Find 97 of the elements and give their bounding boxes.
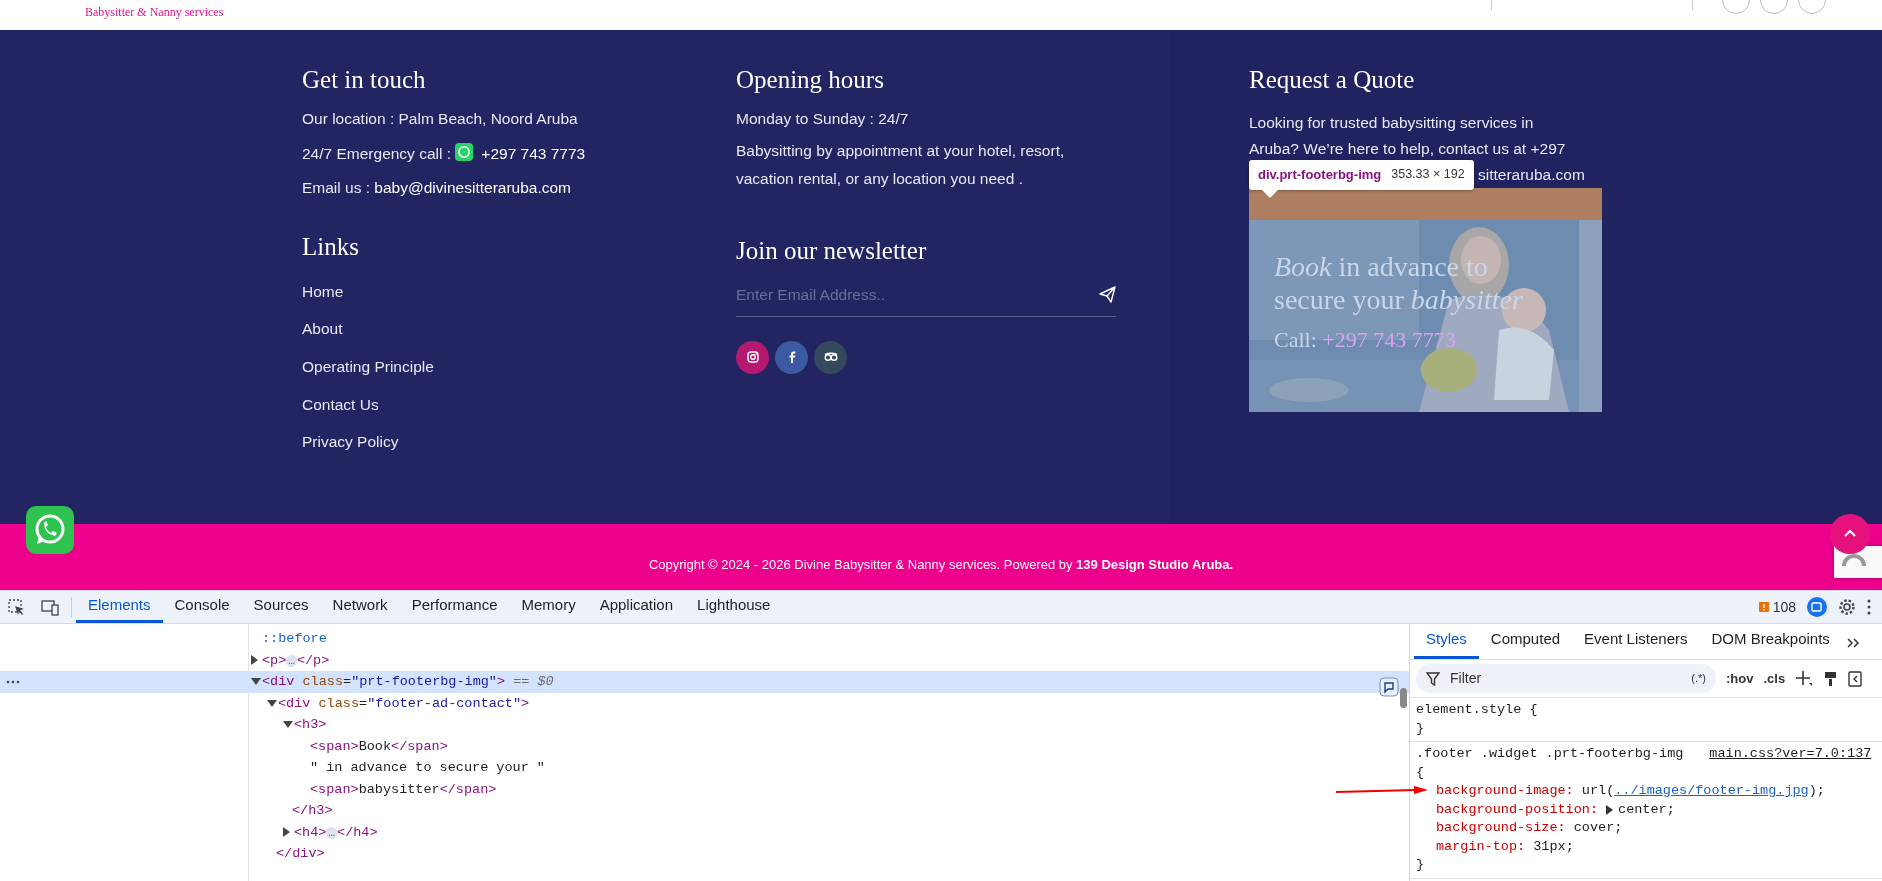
email-label: Email us : bbox=[302, 178, 372, 196]
dom-node-line[interactable]: <span>Book</span> bbox=[0, 735, 1409, 757]
send-icon[interactable] bbox=[1099, 285, 1116, 303]
warning-icon bbox=[1757, 601, 1770, 613]
css-value: cover; bbox=[1573, 819, 1623, 837]
class-toggle[interactable]: .cls bbox=[1763, 668, 1786, 689]
footer-link[interactable]: Operating Principle bbox=[302, 357, 434, 377]
devtools-tab[interactable]: Sources bbox=[241, 591, 321, 623]
expand-arrow-icon[interactable] bbox=[283, 721, 293, 728]
section-heading: Opening hours bbox=[736, 66, 885, 94]
dom-node-line[interactable]: ::before bbox=[0, 628, 1409, 650]
social-button[interactable] bbox=[736, 340, 769, 374]
css-value: 31px; bbox=[1533, 837, 1574, 856]
sidebar-tab[interactable]: DOM Breakpoints bbox=[1699, 627, 1842, 659]
section-heading: Join our newsletter bbox=[736, 237, 928, 265]
hover-state-toggle[interactable]: :hov bbox=[1726, 668, 1754, 689]
footer-link[interactable]: About bbox=[302, 320, 343, 339]
css-selector: .footer .widget .prt-footerbg-img bbox=[1416, 746, 1684, 761]
css-brace: } bbox=[1416, 719, 1426, 738]
device-icon[interactable] bbox=[41, 598, 59, 616]
source-link[interactable]: main.css?ver=7.0:137 bbox=[1709, 746, 1872, 761]
css-selector: element.style { bbox=[1416, 702, 1538, 717]
expand-arrow-icon[interactable] bbox=[251, 678, 261, 685]
sidebar-tab[interactable]: Styles bbox=[1414, 627, 1479, 659]
section-heading: Links bbox=[302, 233, 360, 261]
css-property: margin-top: bbox=[1436, 837, 1526, 856]
instagram-icon bbox=[744, 349, 761, 366]
devtools-tab[interactable]: Memory bbox=[509, 591, 588, 623]
filter-icon bbox=[1426, 671, 1440, 686]
copyright-text: Copyright © 2024 - 2026 Divine Babysitter & Nanny services. Powered by 139 Design Studio Aruba. bbox=[648, 556, 1234, 575]
footer-link[interactable]: Contact Us bbox=[302, 395, 379, 415]
css-value: url(../images/footer-img.jpg); bbox=[1581, 782, 1825, 800]
quote-text: Looking for trusted babysitting services in bbox=[1249, 112, 1535, 133]
devtools-tab[interactable]: Application bbox=[587, 591, 686, 623]
devtools-tab[interactable]: Console bbox=[162, 591, 242, 623]
email-link[interactable]: baby@divinesitteraruba.com bbox=[374, 178, 572, 196]
plus-icon[interactable] bbox=[1795, 670, 1814, 687]
devtools-tab[interactable]: Performance bbox=[399, 591, 510, 623]
assistant-icon[interactable] bbox=[1806, 596, 1828, 618]
tooltip-selector: div.prt-footerbg-img bbox=[1258, 166, 1382, 184]
social-button[interactable] bbox=[775, 340, 808, 374]
whatsapp-icon[interactable] bbox=[26, 506, 74, 554]
banner-phone: +297 743 7773 bbox=[1322, 326, 1456, 352]
quote-text: Aruba? We’re here to help, contact us at +297 bbox=[1249, 138, 1567, 159]
credit-link[interactable]: 139 Design Studio Aruba. bbox=[1076, 557, 1234, 573]
dom-node-line[interactable]: </h3> bbox=[0, 800, 1409, 822]
settings-icon[interactable] bbox=[1838, 598, 1856, 616]
sidebar-tab[interactable]: Computed bbox=[1478, 627, 1573, 659]
chevron-right-icon[interactable] bbox=[1845, 637, 1860, 649]
email-input[interactable]: Enter Email Address.. bbox=[736, 282, 1099, 306]
scrollbar-thumb[interactable] bbox=[1400, 688, 1407, 708]
more-icon[interactable] bbox=[6, 679, 20, 685]
footer-link[interactable]: Privacy Policy bbox=[302, 433, 399, 452]
call-label: Call: bbox=[1274, 326, 1318, 352]
more-icon[interactable] bbox=[1866, 598, 1872, 616]
regex-toggle[interactable]: (.*) bbox=[1691, 670, 1706, 687]
css-property: background-position: bbox=[1436, 800, 1599, 819]
social-button[interactable] bbox=[814, 340, 847, 374]
assistant-icon[interactable] bbox=[1379, 677, 1399, 697]
whatsapp-icon bbox=[455, 143, 474, 162]
dom-node-line[interactable]: <h3> bbox=[0, 714, 1409, 736]
tooltip-size: 353.33 × 192 bbox=[1391, 166, 1465, 184]
expand-arrow-icon[interactable] bbox=[267, 699, 277, 707]
css-property: background-size: bbox=[1436, 819, 1566, 837]
emergency-label: 24/7 Emergency call : bbox=[302, 145, 453, 163]
dom-node-line[interactable]: <h4>…</h4> bbox=[0, 821, 1409, 843]
dom-node-line[interactable]: " in advance to secure your " bbox=[0, 757, 1409, 779]
dom-node-line[interactable]: <span>babysitter</span> bbox=[0, 778, 1409, 800]
css-brace: } bbox=[1416, 856, 1426, 874]
phone-number: +297 743 7773 bbox=[481, 145, 586, 163]
sidebar-tab[interactable]: Event Listeners bbox=[1572, 627, 1700, 659]
css-property: background-image: bbox=[1436, 782, 1574, 800]
hours-note: Babysitting by appointment at your hotel, resort, vacation rental, or any location you need . bbox=[736, 141, 1066, 190]
issues-counter[interactable]: 108 bbox=[1757, 596, 1796, 618]
paint-roller-icon[interactable] bbox=[1823, 670, 1839, 687]
expand-arrow-icon[interactable] bbox=[283, 826, 290, 837]
quote-text: sitteraruba.com bbox=[1478, 164, 1585, 185]
css-value: center; bbox=[1618, 800, 1675, 819]
expand-arrow-icon[interactable] bbox=[251, 654, 258, 665]
banner-headline: secure your babysitter bbox=[1274, 283, 1523, 317]
location-text: Our location : Palm Beach, Noord Aruba bbox=[302, 109, 579, 129]
section-heading: Get in touch bbox=[302, 66, 427, 94]
devtools-tab[interactable]: Lighthouse bbox=[685, 591, 783, 623]
expand-arrow-icon[interactable] bbox=[1606, 804, 1614, 815]
sidebar-icon[interactable] bbox=[1848, 670, 1863, 687]
css-brace: { bbox=[1416, 763, 1426, 782]
inspect-icon[interactable] bbox=[8, 598, 25, 616]
schedule-text: Monday to Sunday : 24/7 bbox=[736, 109, 910, 129]
dom-node-line[interactable]: <p>…</p> bbox=[0, 649, 1409, 671]
footer-link[interactable]: Home bbox=[302, 282, 344, 302]
dom-node-line[interactable]: </div> bbox=[0, 843, 1409, 865]
devtools-tab[interactable]: Elements bbox=[76, 591, 163, 623]
filter-field[interactable]: Filter (.*) bbox=[1416, 664, 1716, 693]
devtools-tab[interactable]: Network bbox=[320, 591, 400, 623]
section-heading: Request a Quote bbox=[1249, 66, 1416, 94]
logo-tagline: Babysitter & Nanny services bbox=[85, 6, 224, 18]
dom-node-line[interactable]: <div class="footer-ad-contact"> bbox=[0, 692, 1409, 714]
